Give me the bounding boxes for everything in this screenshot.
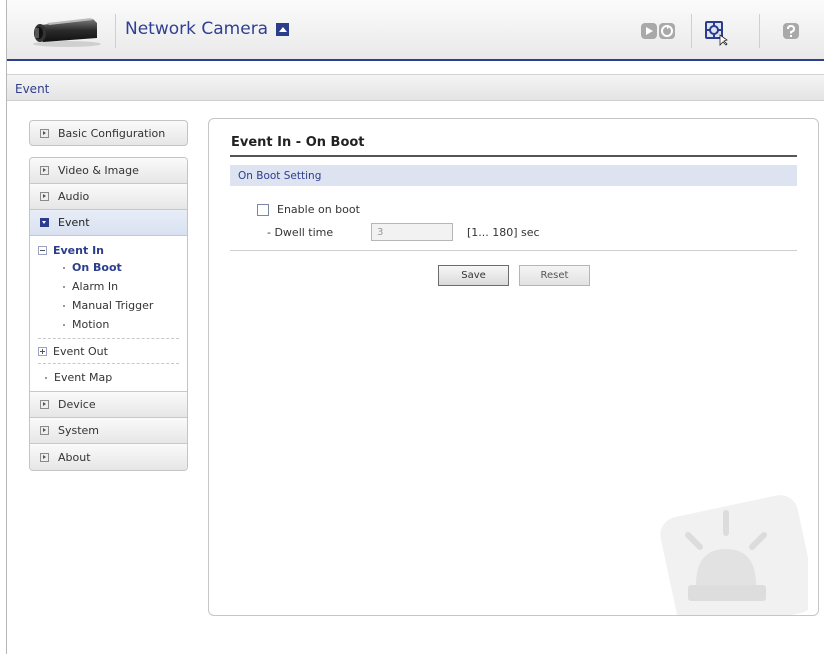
submenu-label: Event In [53, 243, 104, 257]
sidebar-menu-group: Video & Image Audio Event Event In On Bo… [29, 157, 188, 471]
sidebar-item-video-image[interactable]: Video & Image [30, 158, 187, 184]
collapse-icon [40, 218, 49, 227]
sidebar-item-label: Audio [58, 190, 90, 203]
setup-icon[interactable] [704, 20, 728, 46]
bullet-icon [63, 285, 65, 288]
dwell-time-label: - Dwell time [267, 225, 334, 239]
bullet-icon [63, 323, 65, 326]
header-bar: Network Camera [7, 0, 824, 61]
submenu-item-alarm-in[interactable]: Alarm In [30, 277, 187, 296]
submenu-event-out[interactable]: Event Out [30, 343, 187, 359]
title-divider [230, 155, 797, 157]
bullet-icon [45, 376, 47, 379]
alarm-light-watermark-icon [660, 495, 808, 615]
submenu-item-label: Alarm In [72, 280, 119, 293]
divider [38, 338, 179, 339]
reset-button[interactable]: Reset [519, 265, 590, 286]
content-panel: Event In - On Boot On Boot Setting Enabl… [208, 118, 819, 616]
live-view-icon[interactable] [640, 22, 678, 40]
app-frame: Network Camera Event Basic Configuration… [6, 0, 824, 654]
sidebar-item-device[interactable]: Device [30, 392, 187, 418]
submenu-item-motion[interactable]: Motion [30, 315, 187, 334]
enable-on-boot-label: Enable on boot [277, 203, 360, 216]
header-separator [759, 14, 760, 48]
sidebar-item-basic-configuration[interactable]: Basic Configuration [29, 120, 188, 146]
help-icon[interactable] [782, 22, 800, 40]
expand-icon [40, 426, 49, 435]
submenu-item-label: On Boot [72, 261, 122, 274]
header-separator [115, 14, 116, 48]
divider [38, 363, 179, 364]
sidebar-item-system[interactable]: System [30, 418, 187, 444]
sidebar-item-label: About [58, 450, 91, 464]
expand-icon [40, 128, 49, 138]
submenu-item-on-boot[interactable]: On Boot [30, 258, 187, 277]
submenu-item-event-map[interactable]: Event Map [30, 368, 187, 387]
camera-logo [33, 18, 101, 47]
bullet-icon [63, 304, 65, 307]
sidebar-item-audio[interactable]: Audio [30, 184, 187, 210]
sidebar-item-label: System [58, 424, 100, 437]
sidebar-item-label: Event [58, 216, 90, 229]
minus-icon [38, 245, 47, 255]
expand-icon [40, 166, 49, 175]
sidebar-item-label: Device [58, 398, 96, 411]
enable-on-boot-row: Enable on boot [257, 203, 360, 216]
page-title: Event In - On Boot [231, 135, 365, 150]
event-submenu: Event In On Boot Alarm In Manual Trigger… [30, 236, 187, 392]
plus-icon [38, 346, 47, 356]
header-separator [691, 14, 692, 48]
section-header: On Boot Setting [230, 165, 797, 186]
expand-icon [40, 452, 49, 462]
submenu-item-label: Motion [72, 318, 110, 331]
dwell-time-row: - Dwell time [1... 180] sec [267, 223, 540, 241]
submenu-item-label: Event Map [54, 371, 113, 384]
save-button[interactable]: Save [438, 265, 509, 286]
submenu-item-manual-trigger[interactable]: Manual Trigger [30, 296, 187, 315]
enable-on-boot-checkbox[interactable] [257, 203, 269, 216]
breadcrumb: Event [7, 74, 824, 101]
bullet-icon [63, 266, 65, 269]
expand-icon [40, 192, 49, 201]
submenu-item-label: Manual Trigger [72, 299, 154, 312]
expand-icon [40, 400, 49, 409]
sidebar-item-about[interactable]: About [30, 444, 187, 470]
submenu-event-in[interactable]: Event In [30, 242, 187, 258]
title-dropdown-icon[interactable] [276, 22, 290, 36]
sidebar-item-label: Video & Image [58, 164, 139, 177]
dwell-time-range: [1... 180] sec [467, 225, 540, 239]
sidebar-item-event[interactable]: Event [30, 210, 187, 236]
submenu-label: Event Out [53, 344, 108, 358]
sidebar-menu: Basic Configuration Video & Image Audio … [29, 120, 188, 471]
dwell-time-input[interactable] [371, 223, 453, 241]
divider [230, 250, 797, 251]
sidebar-item-label: Basic Configuration [58, 126, 166, 140]
app-title: Network Camera [125, 19, 269, 39]
